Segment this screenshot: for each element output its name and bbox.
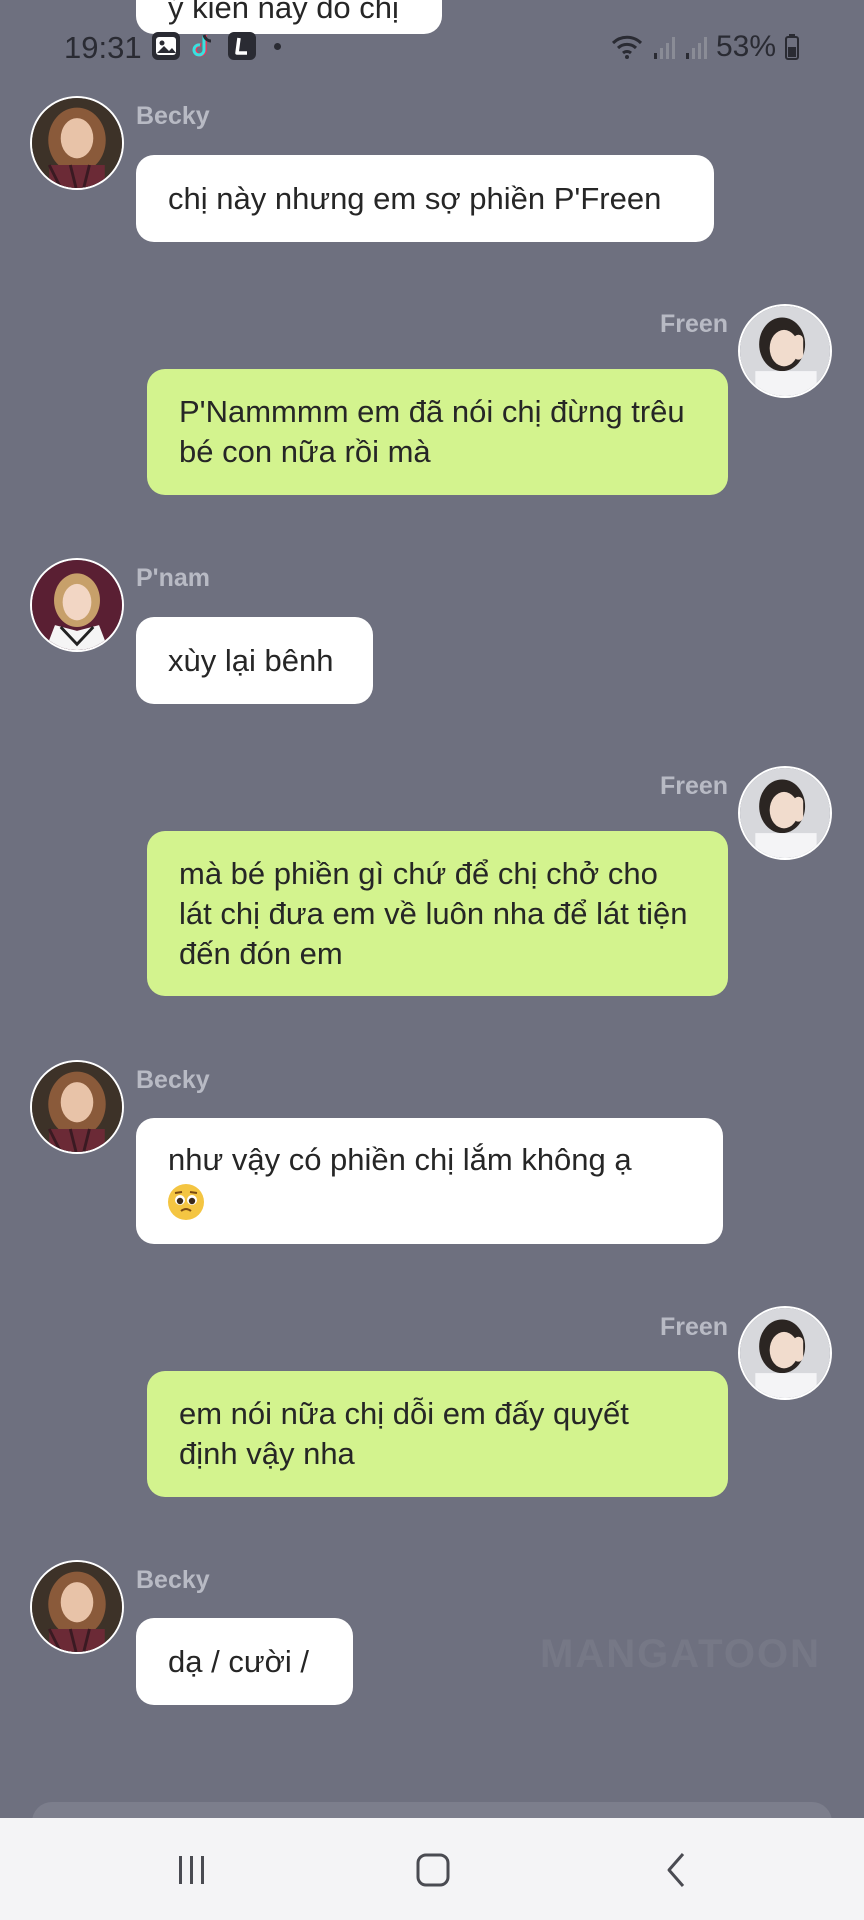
message-text: dạ / cười / [168,1643,310,1679]
more-notifications-dot [274,42,281,50]
navigation-bar [0,1818,864,1920]
battery-percent: 53% [715,30,776,63]
home-icon [416,1853,450,1887]
status-time: 19:31 [64,30,142,65]
avatar-pnam[interactable] [30,558,124,652]
message-text: em nói nữa chị dỗi em đấy quyết định vậy… [179,1396,629,1471]
sender-name: Freen [660,1313,729,1341]
message-text: chị này nhưng em sợ phiền P'Freen [168,180,662,216]
battery-icon [785,34,799,60]
avatar-freen[interactable] [738,304,832,398]
gallery-icon [152,32,180,60]
message-bubble[interactable]: mà bé phiền gì chứ để chị chở cho lát ch… [147,831,728,996]
message-bubble[interactable]: chị này nhưng em sợ phiền P'Freen [136,155,714,242]
recent-apps-icon [179,1856,204,1884]
pleading-face-emoji [168,1183,204,1220]
watermark: MANGATOON [540,1632,821,1676]
message-bubble[interactable]: em nói nữa chị dỗi em đấy quyết định vậy… [147,1371,728,1497]
input-bar[interactable] [32,1802,832,1818]
signal-icon [653,37,675,59]
message-text: xùy lại bênh [168,642,334,678]
sender-name: Becky [136,1566,210,1594]
message-text: như vậy có phiền chị lắm không ạ [168,1142,632,1177]
back-icon [667,1853,685,1887]
message-bubble[interactable]: như vậy có phiền chị lắm không ạ [136,1118,723,1244]
avatar-freen[interactable] [738,1306,832,1400]
sender-name: Freen [660,310,729,338]
sender-name: Freen [660,772,729,800]
wifi-icon [611,35,643,59]
avatar-freen[interactable] [738,766,832,860]
message-bubble[interactable]: P'Nammmm em đã nói chị đừng trêu bé con … [147,369,728,495]
chat-thread[interactable]: ý kiến này đó chị 19:31 53% Becky chị nà… [0,0,864,1818]
notification-icons [152,32,281,60]
message-bubble[interactable]: dạ / cười / [136,1618,353,1705]
sender-name: Becky [136,102,210,130]
sender-name: P'nam [136,564,211,592]
signal-icon [685,37,707,59]
l-app-icon [228,32,256,60]
avatar-becky[interactable] [30,96,124,190]
sender-name: Becky [136,1066,210,1094]
home-button[interactable] [403,1848,463,1892]
recent-apps-button[interactable] [162,1848,222,1892]
back-button[interactable] [646,1848,706,1892]
avatar-becky[interactable] [30,1060,124,1154]
tiktok-icon [190,32,218,60]
system-indicators: 53% [610,30,800,64]
status-bar: 19:31 53% [0,24,864,72]
message-text: mà bé phiền gì chứ để chị chở cho lát ch… [179,855,688,971]
message-bubble[interactable]: xùy lại bênh [136,617,373,704]
message-text: P'Nammmm em đã nói chị đừng trêu bé con … [179,394,685,469]
avatar-becky[interactable] [30,1560,124,1654]
